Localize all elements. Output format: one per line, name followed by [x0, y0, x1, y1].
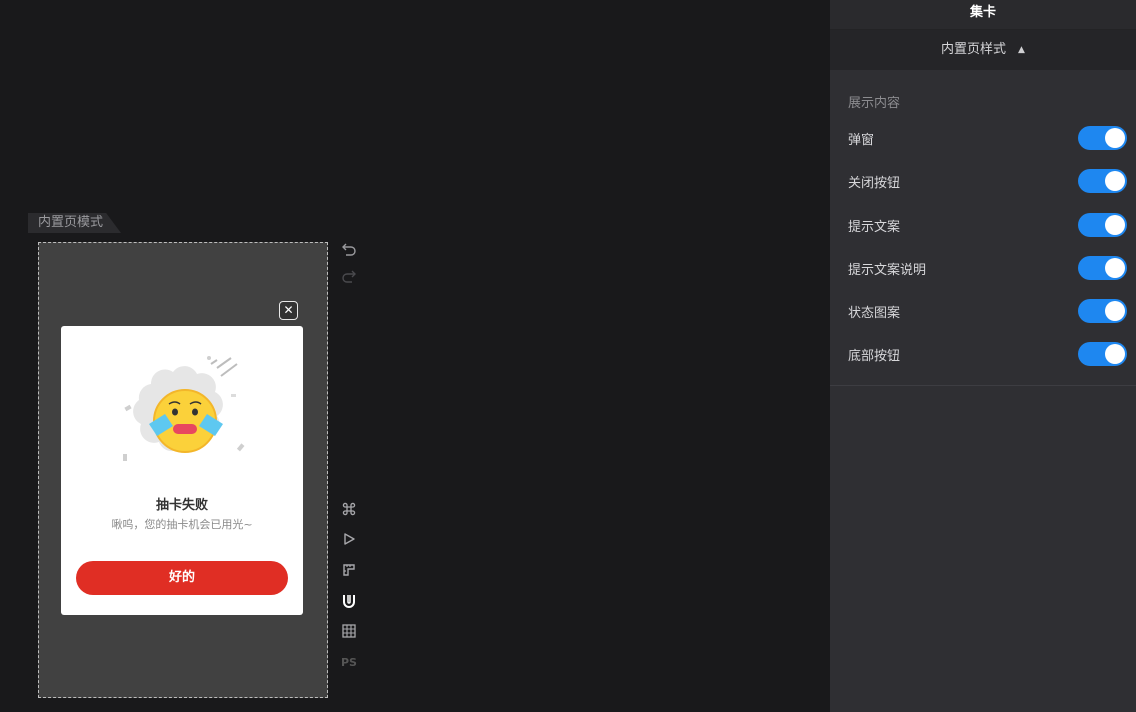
toggle-row-popup: 弹窗	[848, 125, 1127, 151]
command-icon[interactable]	[338, 498, 360, 520]
toggle-label: 提示文案	[848, 219, 901, 235]
grid-icon[interactable]	[338, 620, 360, 642]
popup-dialog[interactable]: 抽卡失败 啾呜，您的抽卡机会已用光~ 好的	[61, 326, 303, 615]
magnet-icon[interactable]	[338, 590, 360, 612]
panel-title: 集卡	[830, 0, 1136, 30]
popup-title: 抽卡失败	[155, 498, 208, 513]
bottom-button-switch[interactable]	[1078, 342, 1127, 366]
toggle-label: 关闭按钮	[848, 175, 901, 191]
crying-sun-illustration	[123, 356, 245, 461]
tip-description-switch[interactable]	[1078, 256, 1127, 280]
mode-tag: 内置页模式	[28, 213, 122, 233]
properties-panel: 集卡 内置页样式 ▲ 展示内容 弹窗 关闭按钮 提示文案 提示文案说明 状态图案 …	[830, 0, 1136, 712]
section-header-builtin-style[interactable]: 内置页样式 ▲	[830, 30, 1136, 70]
section-body: 展示内容 弹窗 关闭按钮 提示文案 提示文案说明 状态图案 底部按钮	[830, 70, 1136, 386]
editor-canvas: 内置页模式 ✕ 抽卡失败 啾呜，您的抽卡机会已用光~ 好的 PS	[0, 0, 830, 712]
toggle-label: 状态图案	[848, 305, 901, 321]
collapse-caret-icon[interactable]: ▲	[1018, 30, 1025, 70]
tip-text-switch[interactable]	[1078, 213, 1127, 237]
toggle-row-status-image: 状态图案	[848, 298, 1127, 324]
redo-icon[interactable]	[338, 265, 360, 287]
undo-icon[interactable]	[338, 238, 360, 260]
toggle-row-close-button: 关闭按钮	[848, 168, 1127, 194]
ps-label: PS	[341, 655, 357, 669]
toggle-label: 弹窗	[848, 132, 875, 148]
close-button-switch[interactable]	[1078, 169, 1127, 193]
toggle-row-bottom-button: 底部按钮	[848, 341, 1127, 367]
toggle-label: 提示文案说明	[848, 262, 927, 278]
phone-preview[interactable]: ✕ 抽卡失败 啾呜，您的抽卡机会已用光~ 好的	[38, 242, 328, 698]
status-image-switch[interactable]	[1078, 299, 1127, 323]
section-title: 内置页样式	[941, 42, 1007, 57]
popup-close-button[interactable]: ✕	[279, 301, 298, 320]
toggle-label: 底部按钮	[848, 348, 901, 364]
popup-description: 啾呜，您的抽卡机会已用光~	[111, 518, 253, 531]
ps-icon[interactable]: PS	[338, 651, 360, 673]
content-label: 展示内容	[848, 96, 901, 111]
toggle-row-tip-text: 提示文案	[848, 212, 1127, 238]
ruler-icon[interactable]	[338, 559, 360, 581]
popup-ok-button[interactable]: 好的	[76, 561, 288, 595]
play-icon[interactable]	[338, 528, 360, 550]
toggle-row-tip-description: 提示文案说明	[848, 255, 1127, 281]
popup-switch[interactable]	[1078, 126, 1127, 150]
